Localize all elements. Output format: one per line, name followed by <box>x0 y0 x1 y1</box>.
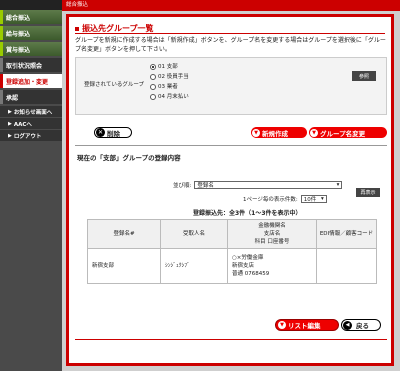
group-radio-04[interactable]: 04 月末払い <box>150 92 189 102</box>
sidebar-link-logout[interactable]: ▶ ログアウト <box>0 130 62 141</box>
column-header: 登録名# <box>87 219 161 249</box>
sidebar-item-kyuyo[interactable]: 給与振込 <box>0 26 62 40</box>
new-create-button[interactable]: ▼ 新規作成 <box>251 127 307 138</box>
close-icon: ✕ <box>96 128 105 137</box>
group-option-label: 02 役員手当 <box>158 74 189 80</box>
new-create-label: 新規作成 <box>262 129 288 138</box>
sidebar: 総合振込 給与振込 賞与振込 取引状況照会 登録追加・変更 承認 ▶ お知らせ画面… <box>0 0 62 371</box>
bank-name: ○×労働金庫 <box>232 255 264 261</box>
list-edit-label: リスト編集 <box>288 322 321 330</box>
count-select[interactable]: 10件 ▾ <box>300 195 327 203</box>
table-header-row: 登録名# 受取人名 金融機関名 支店名 科目 口座番号 EDI情報／顧客コード <box>87 219 377 249</box>
radio-icon <box>150 94 156 100</box>
group-option-label: 04 月末払い <box>158 94 189 100</box>
delete-label: 削除 <box>107 129 120 138</box>
sort-value: 登録名 <box>197 183 214 189</box>
chevron-down-icon: ▼ <box>278 321 286 329</box>
chevron-down-icon: ▾ <box>336 182 340 188</box>
sidebar-item-sogo[interactable]: 総合振込 <box>0 10 62 24</box>
column-header: EDI情報／顧客コード <box>316 219 377 249</box>
group-label: 登録されているグループ <box>84 82 145 88</box>
sidebar-link-label: ログアウト <box>13 133 42 140</box>
group-radio-02[interactable]: 02 役員手当 <box>150 72 189 82</box>
count-row: 1ページ毎の表示件数: 10件 ▾ <box>243 195 327 203</box>
chevron-down-icon: ▼ <box>252 128 260 137</box>
cell-payee: ｼﾝｼﾞｭｸｼﾌﾞ <box>160 248 228 284</box>
sidebar-top <box>0 0 62 10</box>
group-selector: 登録されているグループ 01 支部 02 役員手当 03 業者 04 月末払い … <box>75 57 387 115</box>
reference-button[interactable]: 参照 <box>352 71 376 81</box>
cell-bank: ○×労働金庫 新宿支店 普通 0768459 <box>227 248 317 284</box>
instruction-text: グループを新規に作成する場合は「新規作成」ボタンを、グループ名を変更する場合はグ… <box>75 37 386 53</box>
branch-name: 新宿支店 <box>232 263 255 269</box>
list-edit-button[interactable]: ▼ リスト編集 <box>275 319 339 331</box>
main-panel: 振込先グループ一覧 グループを新規に作成する場合は「新規作成」ボタンを、グループ… <box>66 14 394 366</box>
group-option-label: 03 業者 <box>158 84 178 90</box>
cell-edi <box>316 248 377 284</box>
sidebar-link-label: お知らせ画面へ <box>13 109 53 116</box>
radio-icon <box>150 74 156 80</box>
group-option-label: 01 支部 <box>158 64 178 70</box>
result-summary: 登録振込先：全3件（1〜3件を表示中） <box>193 210 302 217</box>
chevron-down-icon: ▾ <box>320 196 324 202</box>
header-title: 総合振込 <box>62 0 400 11</box>
sidebar-item-toroku[interactable]: 登録追加・変更 <box>0 74 62 88</box>
group-radio-list: 01 支部 02 役員手当 03 業者 04 月末払い <box>150 62 189 102</box>
chevron-down-icon: ▼ <box>310 128 318 137</box>
cell-name: 新宿支部 <box>87 248 161 284</box>
sidebar-link-aac[interactable]: ▶ AACへ <box>0 118 62 129</box>
bottom-divider <box>75 339 387 340</box>
sort-row: 並び順: 登録名 ▾ <box>173 181 343 189</box>
group-radio-01[interactable]: 01 支部 <box>150 62 189 72</box>
title-divider <box>75 33 385 34</box>
delete-button[interactable]: ✕ 削除 <box>94 127 132 138</box>
arrow-icon: ▶ <box>8 132 12 139</box>
payee-table: 登録名# 受取人名 金融機関名 支店名 科目 口座番号 EDI情報／顧客コード … <box>87 219 377 284</box>
sidebar-item-shoyo[interactable]: 賞与振込 <box>0 42 62 56</box>
column-header: 受取人名 <box>160 219 228 249</box>
radio-selected-icon <box>150 64 156 70</box>
count-label: 1ページ毎の表示件数: <box>243 197 298 203</box>
section-title: 現在の「支部」グループの登録内容 <box>77 154 181 162</box>
count-value: 10件 <box>303 197 317 203</box>
arrow-icon: ▶ <box>8 120 12 127</box>
square-icon <box>75 26 79 31</box>
rename-group-button[interactable]: ▼ グループ名変更 <box>309 127 387 138</box>
back-button[interactable]: ◀ 戻る <box>341 319 381 331</box>
column-header: 金融機関名 支店名 科目 口座番号 <box>227 219 317 249</box>
arrow-icon: ▶ <box>8 108 12 115</box>
page-title-text: 振込先グループ一覧 <box>82 24 154 33</box>
account-number: 普通 0768459 <box>232 271 270 277</box>
rename-group-label: グループ名変更 <box>320 129 366 138</box>
sort-select[interactable]: 登録名 ▾ <box>194 181 343 189</box>
sidebar-link-label: AACへ <box>13 121 32 128</box>
back-arrow-icon: ◀ <box>343 320 352 330</box>
table-row: 新宿支部 ｼﾝｼﾞｭｸｼﾌﾞ ○×労働金庫 新宿支店 普通 0768459 <box>87 248 377 284</box>
section-divider <box>75 145 387 146</box>
group-radio-03[interactable]: 03 業者 <box>150 82 189 92</box>
radio-icon <box>150 84 156 90</box>
back-label: 戻る <box>356 322 369 330</box>
sort-label: 並び順: <box>173 183 192 189</box>
sidebar-item-shonin[interactable]: 承認 <box>0 90 62 104</box>
redisplay-button[interactable]: 再表示 <box>356 188 380 197</box>
sidebar-link-oshirase[interactable]: ▶ お知らせ画面へ <box>0 106 62 117</box>
sidebar-item-torihiki[interactable]: 取引状況照会 <box>0 58 62 72</box>
